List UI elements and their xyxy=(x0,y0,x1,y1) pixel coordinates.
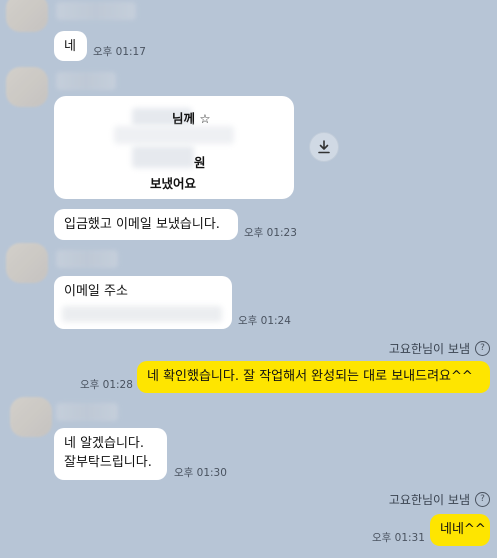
message-time: 오후 01:17 xyxy=(93,46,146,58)
download-button[interactable] xyxy=(309,132,339,162)
message-time: 오후 01:28 xyxy=(80,379,133,391)
sent-by-label: 고요한님이 보냄 xyxy=(388,342,470,356)
message-time: 오후 01:23 xyxy=(244,227,297,239)
avatar[interactable] xyxy=(6,243,48,283)
avatar[interactable] xyxy=(10,397,52,437)
sent-by-note: 고요한님이 보냄 ? xyxy=(389,491,490,508)
message-time: 오후 01:31 xyxy=(372,532,425,544)
sent-by-note: 고요한님이 보냄 ? xyxy=(389,340,490,357)
question-circle-icon[interactable]: ? xyxy=(475,492,490,507)
email-address-blurred xyxy=(62,306,222,322)
message-bubble[interactable]: 네 알겠습니다. 잘부탁드립니다. xyxy=(54,428,167,480)
sender-name-blurred xyxy=(56,403,118,421)
message-bubble[interactable]: 이메일 주소 xyxy=(54,276,232,329)
message-text-line: 잘부탁드립니다. xyxy=(64,455,152,470)
transfer-amount-blurred xyxy=(132,146,194,168)
question-circle-icon[interactable]: ? xyxy=(475,341,490,356)
message-time: 오후 01:24 xyxy=(238,315,291,327)
message-text: 이메일 주소 xyxy=(64,284,128,299)
message-bubble[interactable]: 네네^^ xyxy=(430,514,490,546)
message-text: 네네^^ xyxy=(440,522,486,537)
message-text: 네 xyxy=(64,39,76,54)
sender-name-blurred xyxy=(56,72,116,90)
message-text: 입금했고 이메일 보냈습니다. xyxy=(64,217,220,232)
download-icon xyxy=(317,140,331,154)
message-bubble[interactable]: 네 확인했습니다. 잘 작업해서 완성되는 대로 보내드려요^^ xyxy=(137,361,490,393)
avatar[interactable] xyxy=(6,67,48,107)
transfer-detail-blurred xyxy=(114,126,234,144)
transfer-card[interactable]: 님께 ☆ 원 보냈어요 xyxy=(54,96,294,199)
sender-name-blurred xyxy=(56,250,118,268)
message-bubble[interactable]: 네 xyxy=(54,31,87,61)
transfer-amount-unit: 원 xyxy=(194,155,206,170)
sent-by-label: 고요한님이 보냄 xyxy=(388,493,470,507)
message-text: 네 확인했습니다. 잘 작업해서 완성되는 대로 보내드려요^^ xyxy=(147,369,473,384)
message-bubble[interactable]: 입금했고 이메일 보냈습니다. xyxy=(54,209,238,240)
sender-name-blurred xyxy=(56,2,136,20)
message-text-line: 네 알겠습니다. xyxy=(64,436,145,451)
transfer-status: 보냈어요 xyxy=(150,176,197,191)
avatar[interactable] xyxy=(6,0,48,32)
message-time: 오후 01:30 xyxy=(174,467,227,479)
